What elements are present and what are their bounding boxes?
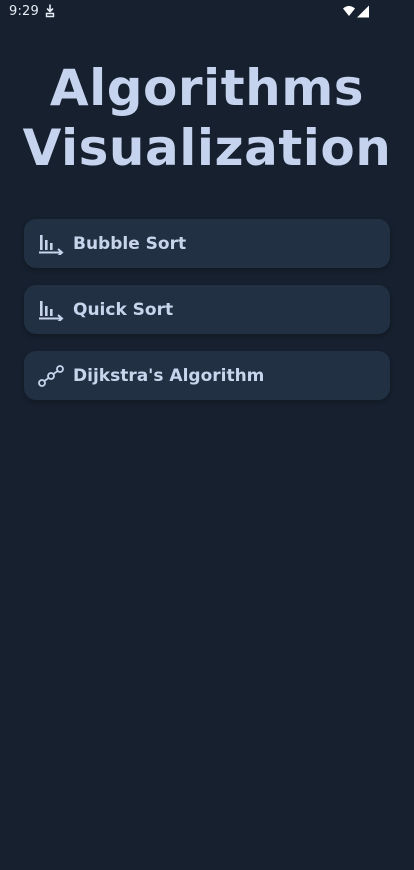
signal-icon (357, 5, 369, 18)
algorithm-menu: Bubble Sort Quick Sort Dijkstra's Algori… (24, 219, 390, 417)
wifi-signal-icons (343, 5, 369, 18)
download-icon (45, 4, 55, 18)
bar-chart-sort-icon (37, 298, 65, 322)
bar-chart-sort-icon (37, 232, 65, 256)
page-title: Algorithms Visualization (0, 58, 414, 178)
status-bar: 9:29 (0, 0, 414, 26)
menu-item-label: Bubble Sort (73, 233, 187, 254)
status-time: 9:29 (9, 4, 39, 19)
menu-item-bubble-sort[interactable]: Bubble Sort (24, 219, 390, 268)
page-title-line2: Visualization (22, 119, 392, 177)
wifi-icon (343, 6, 355, 16)
menu-item-dijkstra[interactable]: Dijkstra's Algorithm (24, 351, 390, 400)
page-title-line1: Algorithms (49, 59, 365, 117)
menu-item-label: Quick Sort (73, 299, 174, 320)
menu-item-quick-sort[interactable]: Quick Sort (24, 285, 390, 334)
graph-nodes-icon (37, 364, 65, 388)
menu-item-label: Dijkstra's Algorithm (73, 365, 265, 386)
